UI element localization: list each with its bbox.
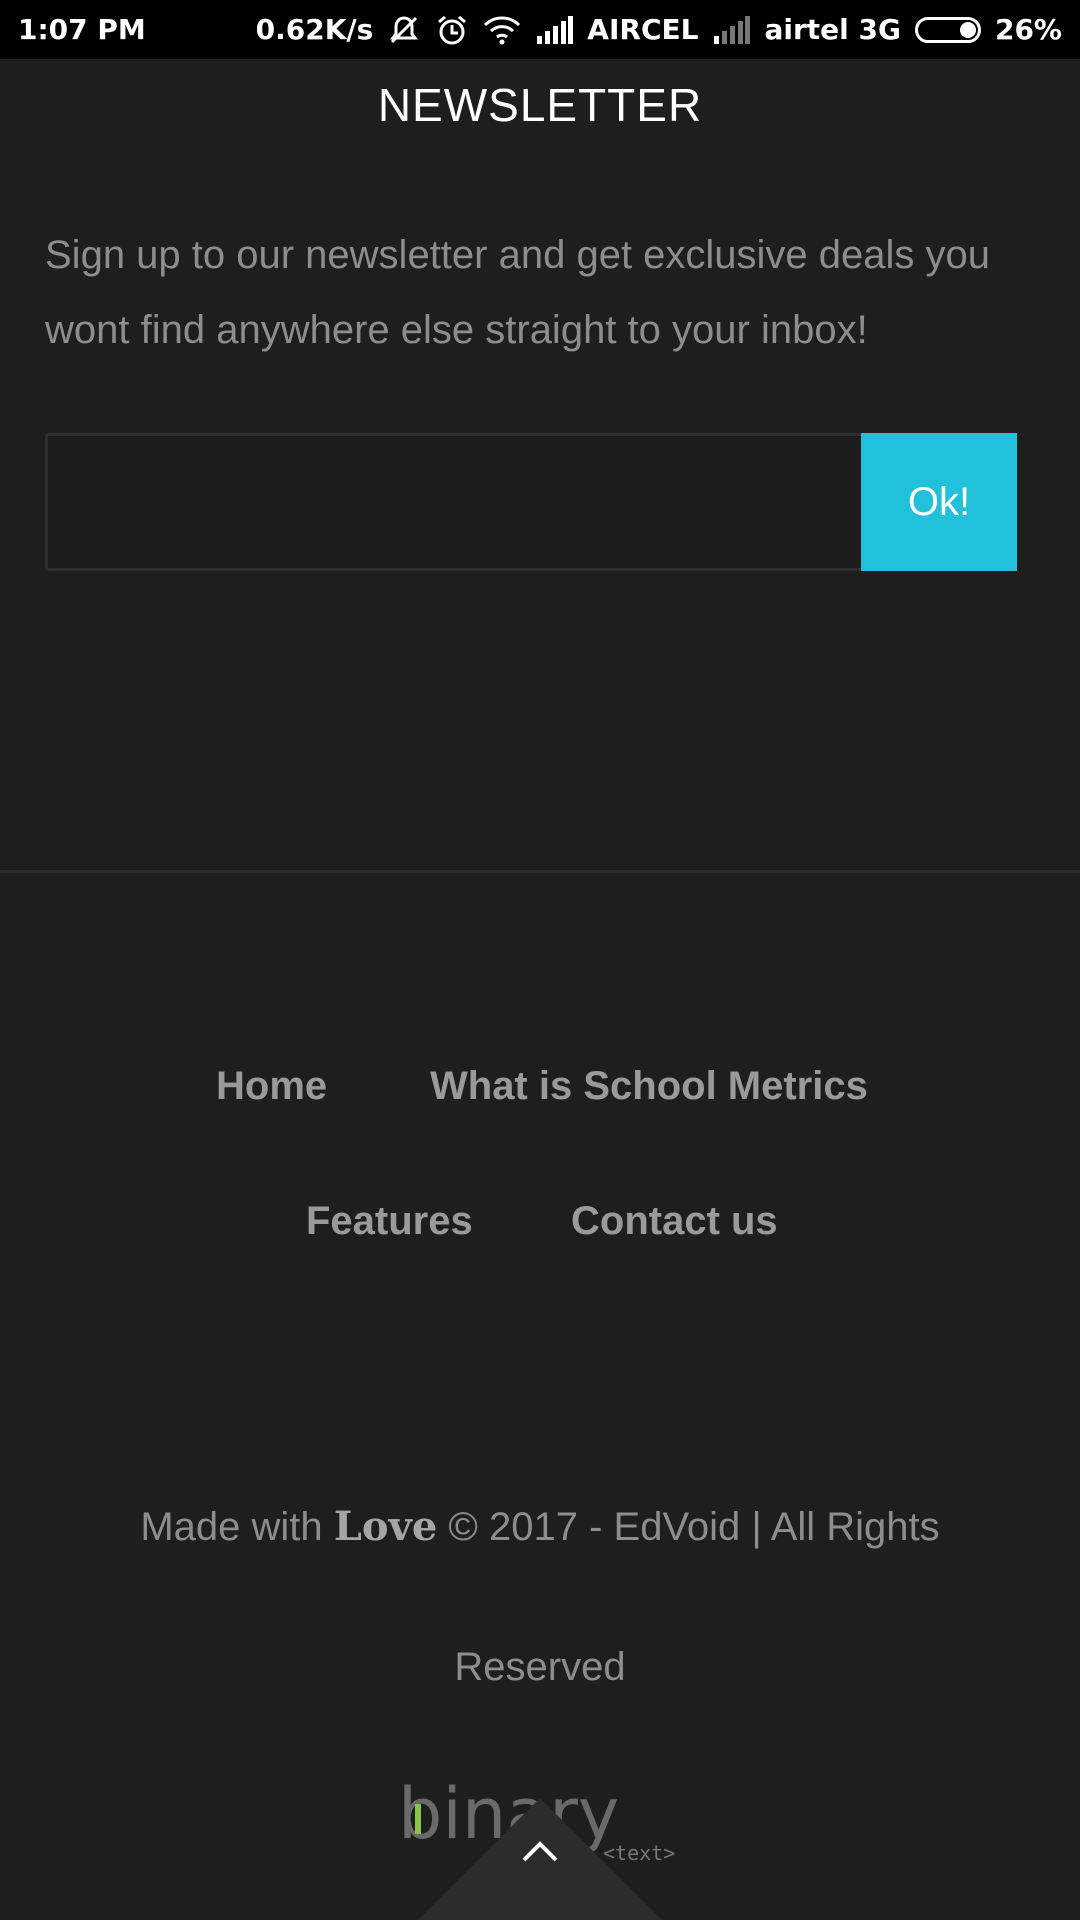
credit-prefix: Made with [140, 1505, 323, 1549]
network-speed: 0.62K/s [255, 13, 374, 46]
battery-icon [914, 16, 981, 43]
newsletter-form: Ok! [45, 433, 1017, 571]
newsletter-description: Sign up to our newsletter and get exclus… [45, 233, 991, 352]
status-time: 1:07 PM [18, 13, 146, 46]
battery-level: 26% [994, 13, 1062, 46]
mute-icon [387, 13, 421, 47]
wifi-icon [483, 15, 521, 45]
copyright-text: Made with Love © 2017 - EdVoid | All Rig… [0, 1503, 1080, 1550]
email-field[interactable] [45, 433, 861, 571]
footer-link-features[interactable]: Features [306, 1199, 473, 1244]
footer-link-contact-us[interactable]: Contact us [571, 1199, 778, 1244]
signal-icon [535, 15, 574, 44]
carrier-2: airtel 3G [764, 13, 901, 46]
footer-link-home[interactable]: Home [216, 1064, 327, 1109]
subscribe-button[interactable]: Ok! [861, 433, 1017, 571]
credit-suffix: © 2017 - EdVoid | All Rights [448, 1505, 940, 1549]
section-divider [0, 870, 1080, 873]
footer-link-what-is-school-metrics[interactable]: What is School Metrics [430, 1064, 868, 1109]
copyright-text-line2: Reserved [454, 1645, 626, 1689]
scroll-top-button[interactable] [418, 1798, 662, 1920]
alarm-icon [435, 13, 469, 47]
status-bar: 1:07 PM 0.62K/s AIRCEL airtel 3G 26% [0, 0, 1080, 59]
signal-icon [712, 15, 751, 44]
credit-love: Love [333, 1503, 438, 1550]
newsletter-title: NEWSLETTER [377, 79, 703, 131]
carrier-1: AIRCEL [587, 13, 699, 46]
